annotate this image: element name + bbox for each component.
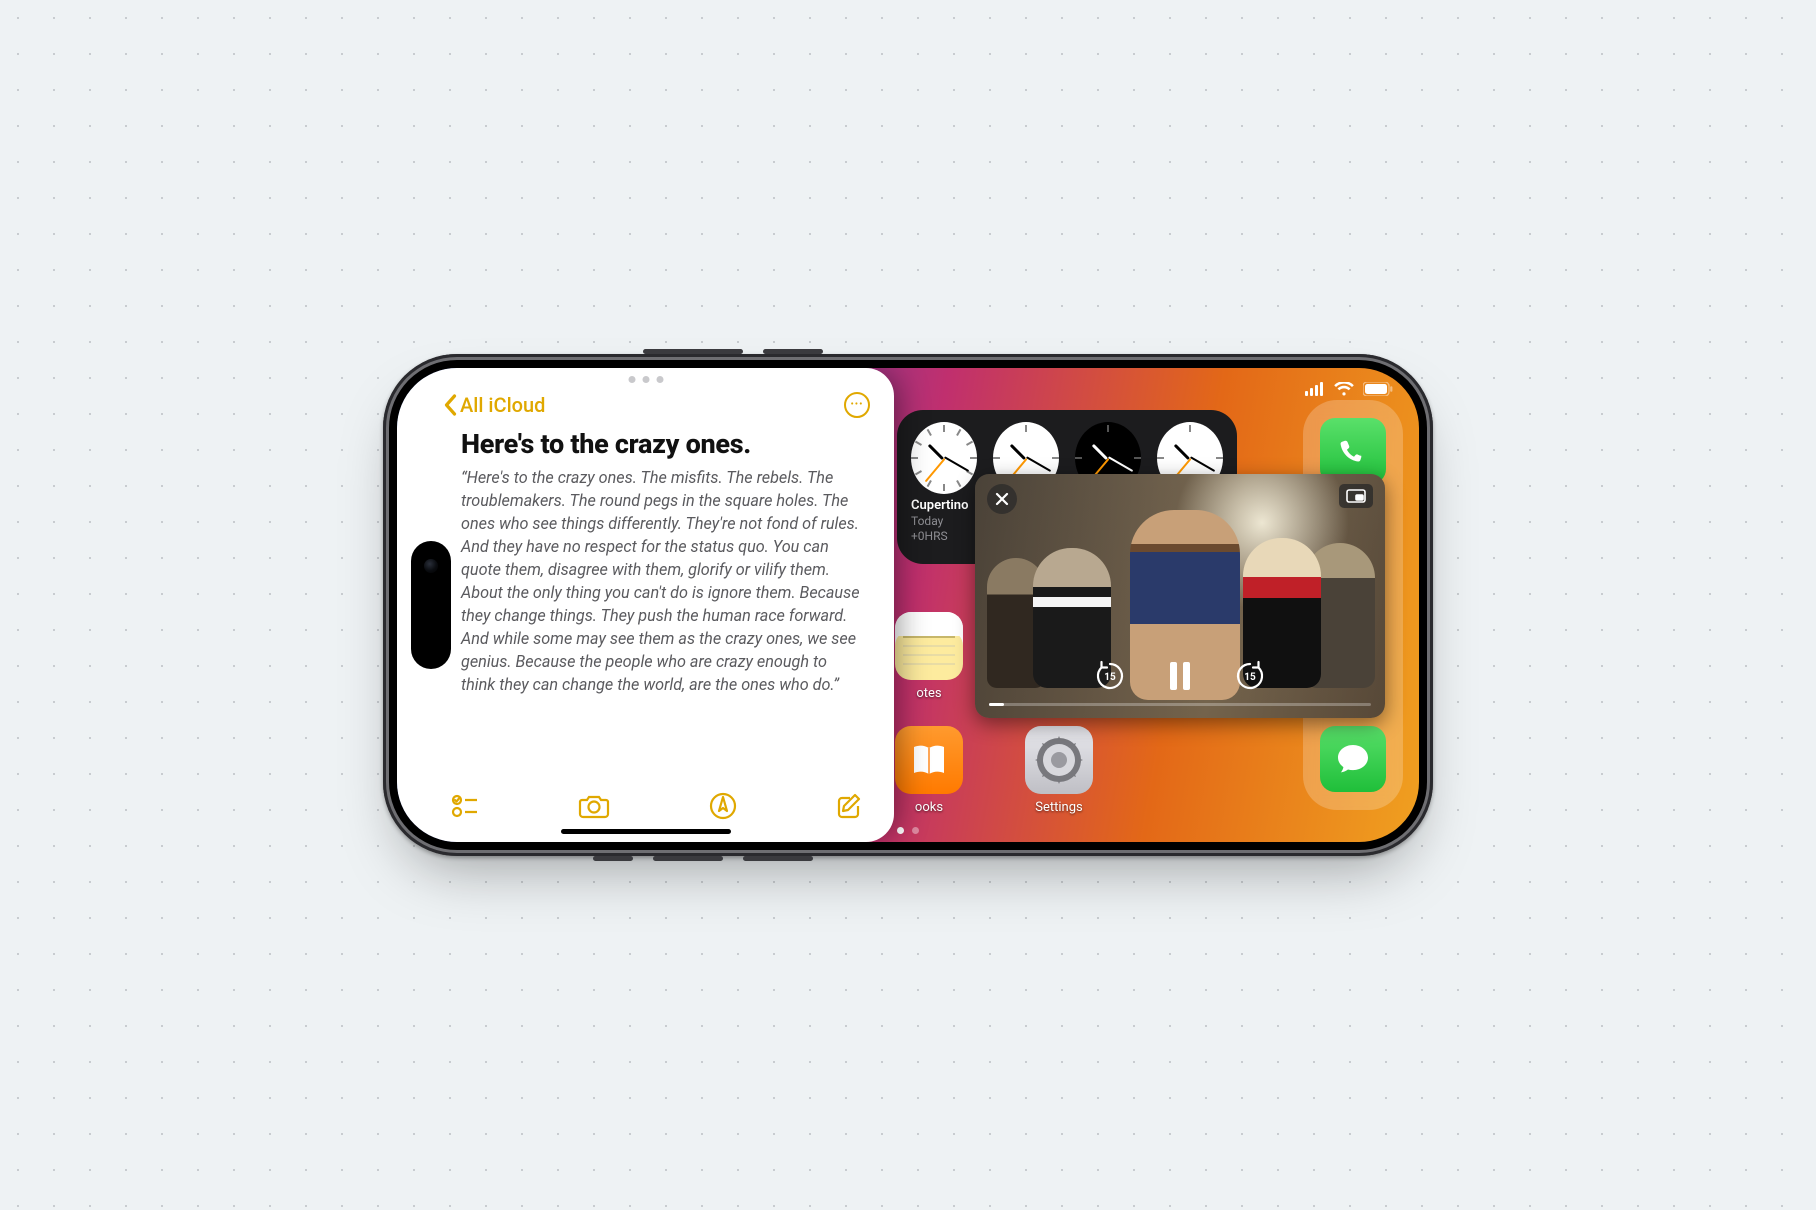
more-button[interactable] — [844, 392, 870, 418]
pip-restore-button[interactable] — [1339, 484, 1373, 508]
pip-close-button[interactable] — [987, 484, 1017, 514]
markup-icon[interactable] — [709, 792, 737, 824]
wifi-icon — [1334, 381, 1354, 400]
camera-icon[interactable] — [578, 793, 610, 823]
back-label: All iCloud — [460, 393, 545, 417]
pip-progress-bar[interactable] — [989, 703, 1371, 706]
app-label-settings: Settings — [1009, 800, 1109, 815]
pause-button[interactable] — [1162, 658, 1198, 694]
status-bar — [1305, 376, 1393, 404]
screen: Cupertino Today +0HRS otes ooks Settings — [397, 368, 1419, 842]
compose-icon[interactable] — [836, 792, 864, 824]
notes-slide-over: All iCloud Here's to the crazy ones. “He… — [397, 368, 894, 842]
slide-over-grabber[interactable] — [628, 376, 663, 383]
mute-switch — [593, 856, 633, 861]
iphone-frame: Cupertino Today +0HRS otes ooks Settings — [383, 354, 1433, 856]
skip-forward-button[interactable]: 15 — [1232, 658, 1268, 694]
svg-text:15: 15 — [1244, 672, 1256, 683]
note-title[interactable]: Here's to the crazy ones. — [461, 428, 862, 460]
dock-app-messages[interactable] — [1320, 726, 1386, 792]
cellular-icon — [1305, 381, 1325, 400]
app-label-books: ooks — [879, 800, 979, 815]
back-button[interactable]: All iCloud — [443, 393, 545, 417]
app-icon-notes[interactable] — [895, 612, 963, 680]
clock-day: Today — [911, 514, 943, 528]
app-label-notes: otes — [879, 686, 979, 701]
home-indicator[interactable] — [561, 829, 731, 834]
side-button — [763, 349, 823, 354]
clock-offset: +0HRS — [911, 529, 948, 543]
checklist-icon[interactable] — [451, 794, 479, 822]
volume-down-button — [743, 856, 813, 861]
app-icon-settings[interactable] — [1025, 726, 1093, 794]
page-indicator[interactable] — [897, 827, 919, 834]
battery-icon — [1363, 381, 1393, 400]
volume-up-button — [653, 856, 723, 861]
note-body-text[interactable]: “Here's to the crazy ones. The misfits. … — [461, 466, 862, 696]
side-button — [643, 349, 743, 354]
skip-back-button[interactable]: 15 — [1092, 658, 1128, 694]
app-icon-books[interactable] — [895, 726, 963, 794]
dynamic-island — [411, 541, 451, 669]
clock-face — [911, 422, 977, 494]
svg-text:15: 15 — [1104, 672, 1116, 683]
pip-video-player[interactable]: 15 15 — [975, 474, 1385, 718]
